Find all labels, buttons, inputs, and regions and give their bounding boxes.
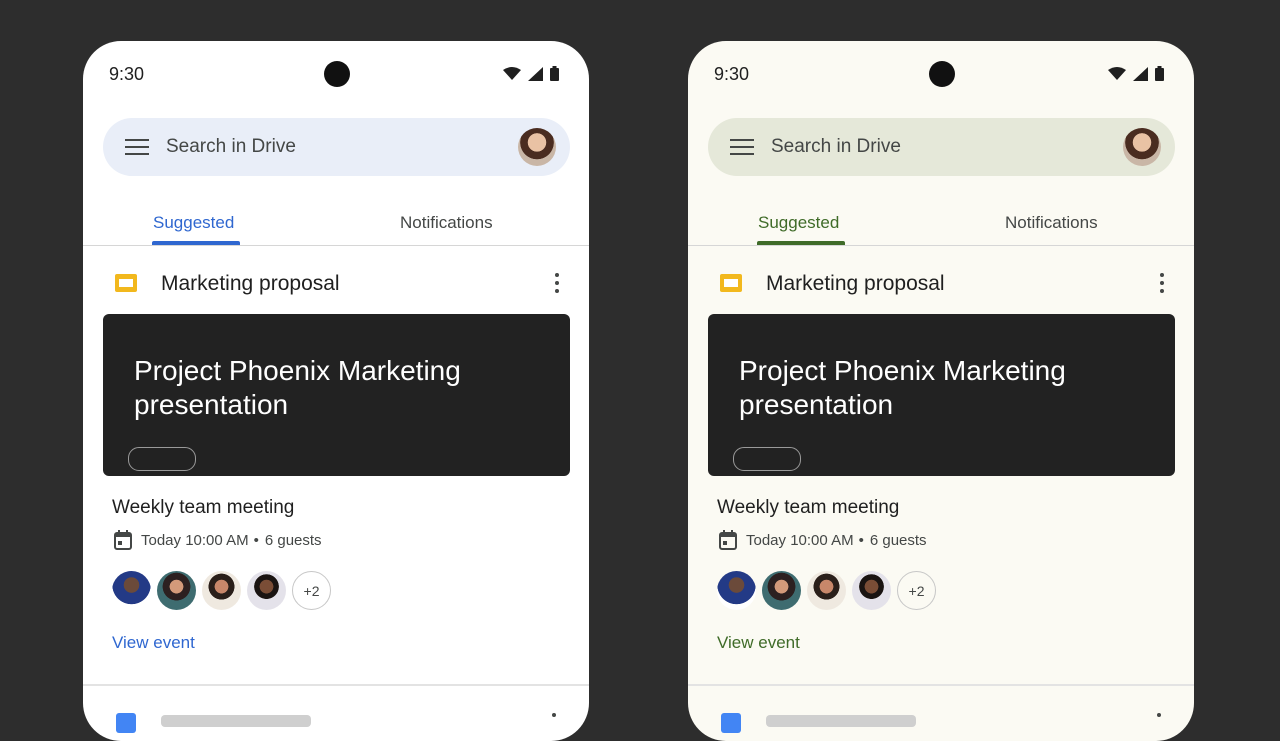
card-divider <box>83 684 589 686</box>
file-thumbnail[interactable]: Project Phoenix Marketing presentation <box>708 314 1175 476</box>
guest-avatar <box>247 571 286 610</box>
file-title[interactable]: Marketing proposal <box>161 272 340 296</box>
hamburger-menu-icon[interactable] <box>125 138 149 156</box>
calendar-icon <box>719 530 737 550</box>
tab-bar: Suggested Notifications <box>688 213 1194 246</box>
phone-green-theme: 9:30 Search in Drive Suggested Notificat… <box>688 41 1194 741</box>
system-icons <box>1108 66 1164 81</box>
event-guests: 6 guests <box>264 531 322 549</box>
slides-icon <box>720 274 742 292</box>
thumbnail-title: Project Phoenix Marketing presentation <box>739 355 1066 420</box>
wifi-icon <box>503 66 521 80</box>
docs-icon <box>721 713 741 733</box>
system-icons <box>503 66 559 81</box>
wifi-icon <box>1108 66 1126 80</box>
guest-avatar <box>852 571 891 610</box>
slides-icon <box>115 274 137 292</box>
guest-avatars: +2 <box>112 571 331 610</box>
more-guests-badge: +2 <box>897 571 936 610</box>
status-bar: 9:30 <box>688 41 1194 107</box>
event-meta: Today 10:00 AM • 6 guests <box>114 530 322 550</box>
event-time: Today 10:00 AM <box>141 531 249 549</box>
camera-cutout <box>929 61 955 87</box>
more-guests-badge: +2 <box>292 571 331 610</box>
file-thumbnail[interactable]: Project Phoenix Marketing presentation <box>103 314 570 476</box>
search-bar[interactable]: Search in Drive <box>708 118 1175 176</box>
suggestion-card-header[interactable]: Marketing proposal <box>83 266 589 306</box>
guest-avatars: +2 <box>717 571 936 610</box>
tab-suggested[interactable]: Suggested <box>153 213 234 233</box>
more-vert-icon[interactable] <box>1157 713 1161 717</box>
guest-avatar <box>202 571 241 610</box>
file-title[interactable]: Marketing proposal <box>766 272 945 296</box>
guest-avatar <box>807 571 846 610</box>
guest-avatar <box>157 571 196 610</box>
tab-bar: Suggested Notifications <box>83 213 589 246</box>
tab-notifications[interactable]: Notifications <box>400 213 493 233</box>
calendar-icon <box>114 530 132 550</box>
guest-avatar <box>717 571 756 610</box>
search-bar[interactable]: Search in Drive <box>103 118 570 176</box>
next-item-title[interactable] <box>161 715 311 727</box>
separator-dot: • <box>858 531 864 549</box>
signal-icon <box>1133 66 1148 81</box>
tab-notifications[interactable]: Notifications <box>1005 213 1098 233</box>
more-vert-icon[interactable] <box>555 273 559 293</box>
account-avatar[interactable] <box>1123 128 1161 166</box>
battery-icon <box>1155 66 1164 81</box>
signal-icon <box>528 66 543 81</box>
guest-avatar <box>112 571 151 610</box>
event-guests: 6 guests <box>869 531 927 549</box>
event-title: Weekly team meeting <box>717 497 900 518</box>
view-event-link[interactable]: View event <box>112 633 195 653</box>
hamburger-menu-icon[interactable] <box>730 138 754 156</box>
next-item-title[interactable] <box>766 715 916 727</box>
tab-suggested[interactable]: Suggested <box>758 213 839 233</box>
more-vert-icon[interactable] <box>552 713 556 717</box>
event-time: Today 10:00 AM <box>746 531 854 549</box>
camera-cutout <box>324 61 350 87</box>
view-event-link[interactable]: View event <box>717 633 800 653</box>
battery-icon <box>550 66 559 81</box>
status-time: 9:30 <box>714 64 750 84</box>
search-placeholder[interactable]: Search in Drive <box>166 136 296 158</box>
event-title: Weekly team meeting <box>112 497 295 518</box>
active-tab-indicator <box>757 241 845 245</box>
active-tab-indicator <box>152 241 240 245</box>
card-divider <box>688 684 1194 686</box>
more-vert-icon[interactable] <box>1160 273 1164 293</box>
status-bar: 9:30 <box>83 41 589 107</box>
thumbnail-pill <box>128 447 196 471</box>
thumbnail-pill <box>733 447 801 471</box>
search-placeholder[interactable]: Search in Drive <box>771 136 901 158</box>
thumbnail-title: Project Phoenix Marketing presentation <box>134 355 461 420</box>
event-meta: Today 10:00 AM • 6 guests <box>719 530 927 550</box>
guest-avatar <box>762 571 801 610</box>
separator-dot: • <box>253 531 259 549</box>
docs-icon <box>116 713 136 733</box>
phone-light-theme: 9:30 Search in Drive Suggested Notificat… <box>83 41 589 741</box>
account-avatar[interactable] <box>518 128 556 166</box>
status-time: 9:30 <box>109 64 145 84</box>
suggestion-card-header[interactable]: Marketing proposal <box>688 266 1194 306</box>
